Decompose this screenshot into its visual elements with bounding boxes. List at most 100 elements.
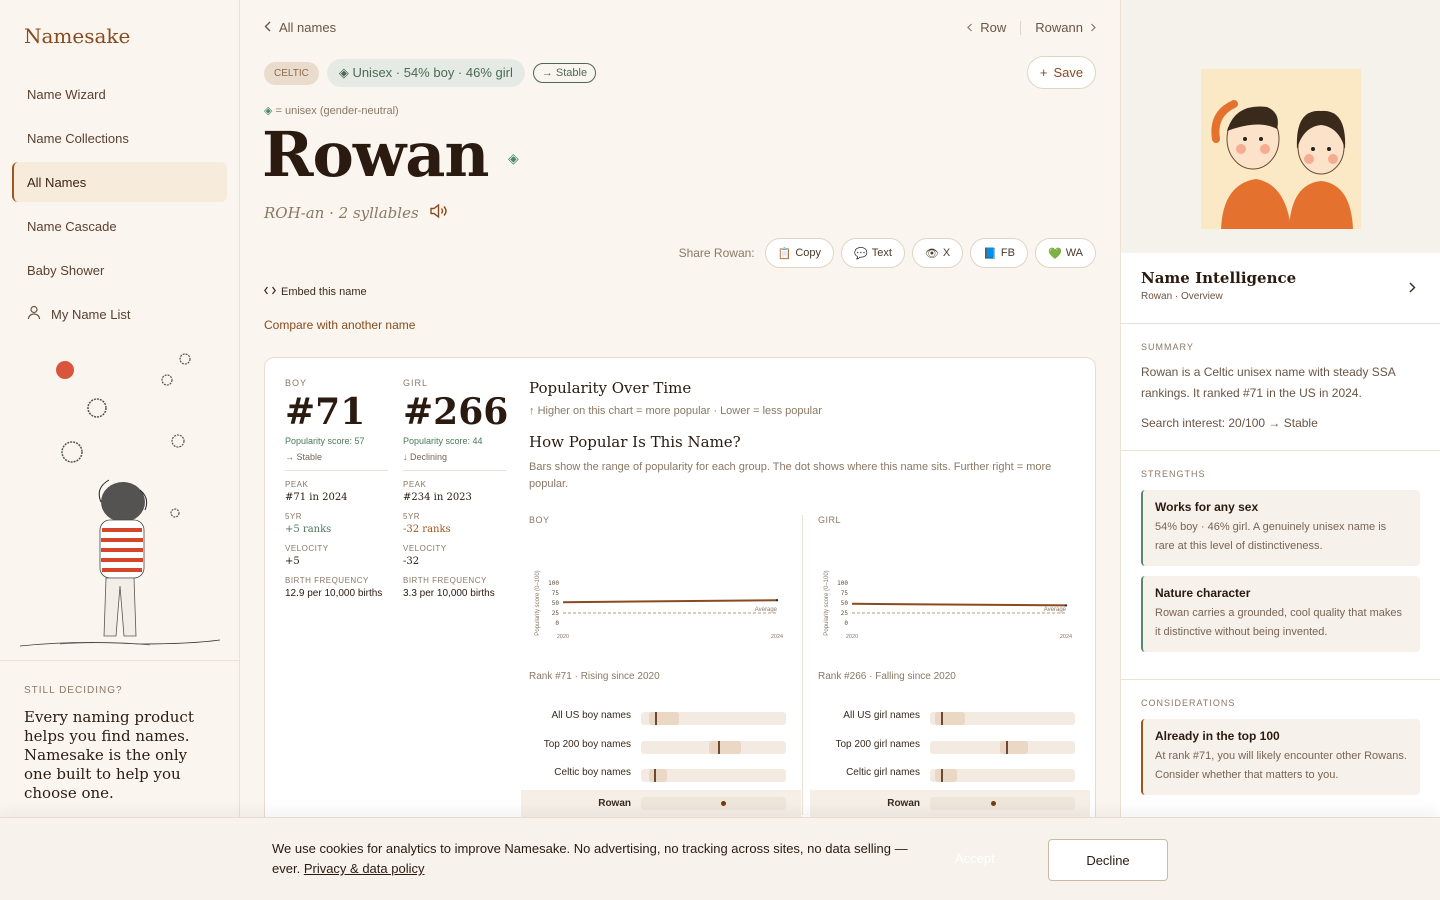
y-tick-label: 0 — [555, 620, 559, 627]
strength-title: Nature character — [1155, 586, 1251, 600]
prev-name-link[interactable]: Row — [967, 20, 1006, 35]
sidebar-item-baby-shower[interactable]: Baby Shower — [12, 250, 227, 290]
unisex-legend-label: = unisex (gender-neutral) — [275, 105, 399, 117]
strength-card: Nature character Rowan carries a grounde… — [1141, 576, 1420, 652]
consideration-body: At rank #71, you will likely encounter o… — [1155, 750, 1407, 781]
chevron-right-icon[interactable] — [1409, 280, 1416, 296]
rank-bar-row: Celtic boy names — [521, 766, 801, 782]
rank-bar-track — [930, 712, 1075, 725]
decline-button[interactable]: Decline — [1048, 839, 1168, 881]
green-heart-icon: 💚 — [1047, 247, 1062, 260]
popularity-sub-text: Higher on this chart = more popular · Lo… — [537, 405, 822, 417]
strengths-label: STRENGTHS — [1141, 469, 1206, 479]
back-link[interactable]: All names — [264, 20, 336, 35]
sidebar-item-all-names[interactable]: All Names — [12, 162, 227, 202]
rank-bar-track — [641, 797, 786, 810]
speech-bubble-icon: 💬 — [854, 247, 868, 260]
rank-bar-marker — [1006, 741, 1008, 754]
sidebar-item-my-name-list[interactable]: My Name List — [12, 294, 227, 334]
x-tick-label: 2020 — [846, 634, 858, 640]
sidebar-item-name-wizard[interactable]: Name Wizard — [12, 74, 227, 114]
rank-bar-range — [649, 712, 679, 725]
save-button-label: Save — [1053, 65, 1084, 80]
sidebar: Namesake Name Wizard Name Collections Al… — [0, 0, 240, 900]
y-tick-label: 25 — [552, 610, 560, 617]
rank-bar-range — [1000, 741, 1028, 754]
y-tick-label: 75 — [552, 590, 560, 597]
sidebar-item-name-cascade[interactable]: Name Cascade — [12, 206, 227, 246]
y-tick-label: 0 — [844, 620, 848, 627]
share-wa-label: WA — [1065, 247, 1083, 259]
y-tick-label: 100 — [548, 580, 559, 587]
rank-bar-label: All US girl names — [843, 710, 920, 721]
logo[interactable]: Namesake — [24, 24, 130, 48]
rank-bar-range — [935, 769, 957, 782]
y-tick-label: 25 — [841, 610, 849, 617]
still-deciding-label: STILL DECIDING? — [24, 685, 123, 696]
share-x-label: X — [942, 247, 951, 259]
rank-bar-track — [641, 712, 786, 725]
rank-bar-label: Celtic boy names — [554, 767, 631, 778]
prev-name-label: Row — [980, 20, 1007, 35]
y-axis-label: Popularity score (0–100) — [535, 570, 541, 635]
rank-bar-label: Top 200 girl names — [835, 739, 921, 750]
rank-bar-marker — [654, 769, 656, 782]
chevron-right-icon — [1091, 20, 1096, 35]
book-icon: 📘 — [983, 247, 997, 260]
compare-link[interactable]: Compare with another name — [264, 318, 415, 332]
girl-trend: ↓ Declining — [403, 452, 506, 471]
boy-peak: #71 in 2024 — [285, 492, 348, 503]
rank-bar-row-highlight: Rowan — [521, 790, 801, 820]
boy-trend: → Stable — [285, 452, 388, 471]
sidebar-item-label: All Names — [27, 174, 87, 190]
diamond-icon: ◈ — [264, 105, 276, 117]
share-text-button[interactable]: 💬 Text — [841, 238, 905, 268]
share-fb-button[interactable]: 📘 FB — [970, 238, 1028, 268]
y-tick-label: 50 — [552, 600, 560, 607]
sidebar-item-label: Name Cascade — [27, 218, 117, 234]
embed-link[interactable]: Embed this name — [264, 286, 367, 298]
rank-bar-row: All US boy names — [521, 709, 801, 725]
rank-bar-track — [930, 769, 1075, 782]
speaker-icon[interactable] — [429, 203, 449, 223]
children-illustration — [1201, 69, 1361, 229]
how-popular-title: How Popular Is This Name? — [529, 433, 741, 451]
share-label: Share Rowan: — [678, 246, 755, 260]
share-x-button[interactable]: 👁 X — [911, 238, 964, 268]
share-copy-label: Copy — [795, 247, 822, 259]
series-end-point — [775, 599, 779, 602]
rank-bar-range — [649, 769, 667, 782]
panel-title: Name Intelligence — [1141, 269, 1297, 287]
share-copy-button[interactable]: 📋 Copy — [764, 238, 835, 268]
rank-bar-row: All US girl names — [810, 709, 1090, 725]
girl-birth-label: BIRTH FREQUENCY — [403, 576, 487, 585]
girl-velocity-label: VELOCITY — [403, 544, 447, 553]
divider — [1121, 323, 1440, 324]
y-tick-label: 100 — [837, 580, 848, 587]
rank-bar-label: Top 200 boy names — [543, 739, 631, 750]
y-axis-label: Popularity score (0–100) — [824, 570, 830, 635]
boy-birth: 12.9 per 10,000 births — [285, 588, 383, 599]
rank-dot — [721, 801, 726, 806]
next-name-link[interactable]: Rowann — [1035, 20, 1096, 35]
accept-button[interactable]: Accept — [955, 851, 995, 866]
search-interest: Search interest: 20/100 → Stable — [1141, 416, 1318, 430]
y-tick-label: 50 — [841, 600, 849, 607]
girl-chart: GIRL Popularity score (0–100) 0 25 50 75 100 A… — [818, 515, 1078, 640]
code-icon — [264, 286, 276, 298]
panel-subtitle: Rowan · Overview — [1141, 291, 1223, 302]
save-button[interactable]: + Save — [1027, 56, 1096, 89]
hero-area — [1121, 0, 1440, 253]
share-wa-button[interactable]: 💚 WA — [1034, 238, 1096, 268]
y-tick-label: 75 — [841, 590, 849, 597]
rank-bar-marker — [941, 769, 943, 782]
privacy-policy-link[interactable]: Privacy & data policy — [304, 861, 425, 876]
plus-icon: + — [1039, 65, 1048, 80]
cookie-banner: We use cookies for analytics to improve … — [0, 817, 1440, 900]
sidebar-item-name-collections[interactable]: Name Collections — [12, 118, 227, 158]
girl-chart-svg: Popularity score (0–100) 0 25 50 75 100 Averag… — [824, 570, 1072, 640]
rank-bar-label: Rowan — [887, 798, 920, 809]
rank-bar-row: Top 200 boy names — [521, 738, 801, 754]
average-label: Average — [755, 607, 778, 613]
person-icon — [27, 305, 41, 323]
